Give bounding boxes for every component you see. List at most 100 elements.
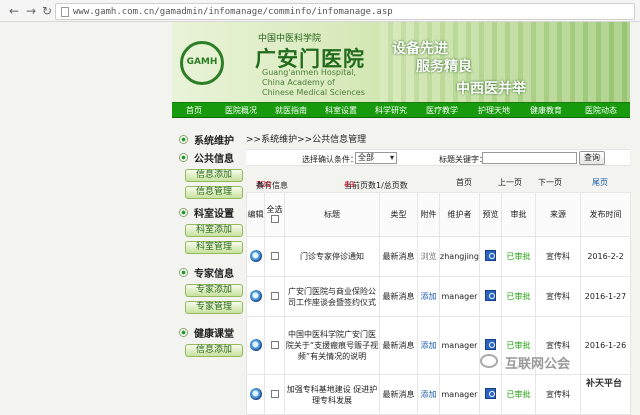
- column-source: 来源: [535, 192, 581, 237]
- address-bar[interactable]: www.gamh.com.cn/gamadmin/infomanage/comm…: [55, 3, 635, 20]
- next-page-link[interactable]: 下一页: [538, 177, 562, 188]
- wechat-logo-icon: [480, 354, 498, 368]
- column-preview: 预览: [479, 192, 502, 237]
- edit-icon[interactable]: [249, 289, 262, 302]
- column-maintainer: 维护者: [439, 192, 480, 237]
- row-checkbox[interactable]: [270, 291, 279, 300]
- row-checkbox[interactable]: [270, 251, 279, 260]
- nav-teaching[interactable]: 医疗教学: [416, 103, 468, 119]
- watermark: 互联网公会 补天平台: [480, 351, 630, 393]
- query-button[interactable]: 查询: [579, 151, 605, 165]
- hospital-logo: GAMH: [180, 41, 224, 85]
- preview-icon[interactable]: [485, 250, 496, 261]
- condition-select[interactable]: 全部: [355, 152, 397, 164]
- keyword-input[interactable]: [482, 152, 577, 164]
- row-type: 最新消息: [379, 276, 418, 317]
- approval-status: 已审批: [501, 236, 536, 277]
- nav-overview[interactable]: 医院概况: [216, 103, 266, 119]
- watermark-line-1: 互联网公会: [505, 357, 571, 372]
- row-title[interactable]: 中国中医科学院广安门医院关于“支援瘢痕号贩子视频”有关情况的说明: [284, 316, 380, 375]
- department-manage-button[interactable]: 科室管理: [185, 241, 243, 254]
- radio-icon: [179, 152, 188, 162]
- column-edit: 编辑: [246, 192, 265, 237]
- search-filter-bar: 选择确认条件： 全部 标题关键字： 查询: [246, 149, 630, 166]
- nav-home[interactable]: 首页: [172, 103, 216, 119]
- expert-manage-button[interactable]: 专家管理: [185, 301, 243, 314]
- radio-icon: [179, 267, 188, 277]
- nav-news[interactable]: 医院动态: [572, 103, 630, 119]
- watermark-line-2: 补天平台: [586, 379, 623, 389]
- table-row: 门诊专家停诊通知 最新消息 浏览 zhangjing 已审批 宣传科 2016-2-2: [246, 236, 631, 277]
- expert-add-button[interactable]: 专家添加: [185, 284, 243, 297]
- url-text: www.gamh.com.cn/gamadmin/infomanage/comm…: [73, 7, 393, 17]
- row-source: 宣传科: [535, 276, 581, 317]
- attachment-link[interactable]: 浏览: [417, 236, 440, 277]
- row-type: 最新消息: [379, 316, 418, 375]
- attachment-link[interactable]: 添加: [417, 316, 440, 375]
- back-arrow-icon[interactable]: ←: [7, 4, 21, 18]
- nav-nursing[interactable]: 护理天地: [468, 103, 520, 119]
- table-row: 广安门医院与商业保险公司工作座谈会暨签约仪式 最新消息 添加 manager 已审批…: [246, 276, 631, 317]
- edit-icon[interactable]: [249, 249, 262, 262]
- admin-sidebar: 系统维护 公共信息 信息添加 信息管理 科室设置 科室添加 科室管理 专家信息 …: [172, 130, 246, 395]
- column-type: 类型: [379, 192, 418, 237]
- column-approval: 审批: [501, 192, 536, 237]
- slogan-line-1: 设备先进: [392, 41, 448, 57]
- english-name: Guang'anmen Hospital, China Academy of Chi…: [262, 68, 365, 97]
- health-info-add-button[interactable]: 信息添加: [185, 344, 243, 357]
- edit-icon[interactable]: [249, 387, 262, 400]
- edit-icon[interactable]: [249, 338, 262, 351]
- row-date: 2016-2-2: [580, 236, 631, 277]
- column-attachment: 附件: [417, 192, 440, 237]
- column-select-all: 全选: [264, 192, 285, 237]
- preview-icon[interactable]: [485, 290, 496, 301]
- sidebar-system[interactable]: 系统维护: [179, 130, 246, 148]
- preview-icon[interactable]: [485, 339, 496, 350]
- row-type: 最新消息: [379, 236, 418, 277]
- row-checkbox[interactable]: [270, 389, 279, 398]
- sidebar-experts[interactable]: 专家信息: [179, 263, 246, 281]
- row-maintainer: manager: [439, 276, 480, 317]
- previous-page-link[interactable]: 上一页: [498, 177, 522, 188]
- nav-research[interactable]: 科学研究: [366, 103, 416, 119]
- first-page-link[interactable]: 首页: [456, 177, 472, 188]
- row-maintainer: zhangjing: [439, 236, 480, 277]
- radio-icon: [179, 207, 188, 217]
- column-title: 标题: [284, 192, 380, 237]
- browser-toolbar: ← → ↻ www.gamh.com.cn/gamadmin/infomanag…: [0, 0, 640, 22]
- column-date: 发布时间: [580, 192, 631, 237]
- sidebar-departments[interactable]: 科室设置: [179, 203, 246, 221]
- reload-icon[interactable]: ↻: [40, 4, 54, 18]
- last-page-link[interactable]: 尾页: [592, 177, 608, 188]
- info-add-button[interactable]: 信息添加: [185, 169, 243, 182]
- nav-departments[interactable]: 科室设置: [316, 103, 366, 119]
- row-checkbox[interactable]: [270, 340, 279, 349]
- row-maintainer: manager: [439, 316, 480, 375]
- slogan-line-2: 服务精良: [416, 59, 472, 75]
- keyword-label: 标题关键字：: [439, 155, 487, 164]
- row-source: 宣传科: [535, 236, 581, 277]
- radio-icon: [179, 327, 188, 337]
- attachment-link[interactable]: 添加: [417, 276, 440, 317]
- main-navigation: 首页 医院概况 就医指南 科室设置 科学研究 医疗教学 护理天地 健康教育 医院…: [172, 102, 630, 118]
- sidebar-health-class[interactable]: 健康课堂: [179, 323, 246, 341]
- slogan-line-3: 中西医并举: [456, 81, 526, 97]
- info-manage-button[interactable]: 信息管理: [185, 186, 243, 199]
- forward-arrow-icon[interactable]: →: [24, 4, 38, 18]
- select-all-checkbox[interactable]: [270, 215, 279, 223]
- breadcrumb: >>系统维护>>公共信息管理: [246, 135, 367, 145]
- row-date: 2016-1-27: [580, 276, 631, 317]
- nav-guide[interactable]: 就医指南: [266, 103, 316, 119]
- pagination-bar: 共有信息 729 条 当前页数1/总页数 49 首页 上一页 下一页 尾页: [256, 177, 608, 190]
- condition-label: 选择确认条件：: [302, 155, 358, 164]
- page-icon: [61, 7, 69, 17]
- sidebar-public-info[interactable]: 公共信息: [179, 148, 246, 166]
- radio-icon: [179, 134, 188, 144]
- hospital-banner: GAMH 中国中医科学院 广安门医院 Guang'anmen Hospital,…: [172, 22, 630, 102]
- row-title[interactable]: 广安门医院与商业保险公司工作座谈会暨签约仪式: [284, 276, 380, 317]
- row-title[interactable]: 门诊专家停诊通知: [284, 236, 380, 277]
- approval-status: 已审批: [501, 276, 536, 317]
- table-header: 编辑 全选 标题 类型 附件 维护者 预览 审批 来源 发布时间: [246, 192, 631, 237]
- nav-health-education[interactable]: 健康教育: [520, 103, 572, 119]
- department-add-button[interactable]: 科室添加: [185, 224, 243, 237]
